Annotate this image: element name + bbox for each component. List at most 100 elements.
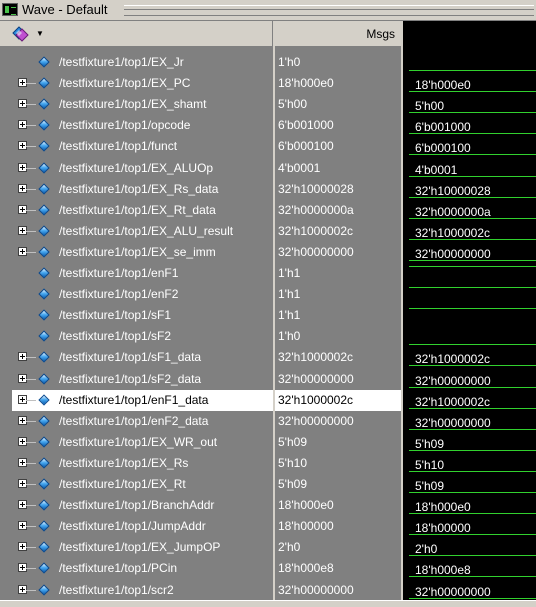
signal-row[interactable]: /testfixture1/top1/EX_shamt [12, 94, 273, 115]
signal-name: /testfixture1/top1/EX_ALUOp [59, 161, 214, 175]
waveform-row[interactable]: 18'h000e0 [403, 73, 536, 94]
waveform-bus-value: 18'h000e0 [415, 78, 471, 92]
signal-value-row[interactable]: 4'b0001 [275, 158, 401, 179]
waveform-row[interactable]: 32'h1000002c [403, 221, 536, 242]
window-titlebar[interactable]: Wave - Default [0, 0, 536, 21]
signal-row[interactable]: /testfixture1/top1/PCin [12, 558, 273, 579]
signal-value-row[interactable]: 5'h00 [275, 94, 401, 115]
signal-row[interactable]: /testfixture1/top1/EX_ALU_result [12, 221, 273, 242]
waveform-row[interactable]: 18'h000e0 [403, 495, 536, 516]
signal-row[interactable]: /testfixture1/top1/enF2 [12, 284, 273, 305]
signal-row[interactable]: /testfixture1/top1/EX_Rt [12, 474, 273, 495]
waveform-row[interactable]: 32'h00000000 [403, 580, 536, 601]
signal-row[interactable]: /testfixture1/top1/BranchAddr [12, 495, 273, 516]
signal-row[interactable]: /testfixture1/top1/funct [12, 136, 273, 157]
titlebar-grip[interactable] [124, 5, 534, 16]
signal-row[interactable]: /testfixture1/top1/EX_Rs [12, 453, 273, 474]
waveform-row[interactable]: 18'h00000 [403, 516, 536, 537]
waveform-row[interactable]: 32'h10000028 [403, 179, 536, 200]
signal-name: /testfixture1/top1/enF2_data [59, 414, 209, 428]
waveform-row[interactable]: 32'h00000000 [403, 411, 536, 432]
signal-row[interactable]: /testfixture1/top1/enF1_data [12, 390, 273, 411]
signal-name: /testfixture1/top1/sF2_data [59, 372, 202, 386]
signal-value-row[interactable]: 5'h09 [275, 474, 401, 495]
chevron-down-icon[interactable]: ▼ [36, 29, 44, 38]
signal-row[interactable]: /testfixture1/top1/EX_PC [12, 73, 273, 94]
signal-row[interactable]: /testfixture1/top1/sF1 [12, 305, 273, 326]
signal-row[interactable]: /testfixture1/top1/opcode [12, 115, 273, 136]
signal-value-row[interactable]: 32'h00000000 [275, 411, 401, 432]
signal-name: /testfixture1/top1/EX_PC [59, 76, 191, 90]
waveform-row[interactable]: 18'h000e8 [403, 558, 536, 579]
waveform-row[interactable]: 4'b0001 [403, 158, 536, 179]
signal-row[interactable]: /testfixture1/top1/EX_Rt_data [12, 200, 273, 221]
signal-value-row[interactable]: 32'h10000028 [275, 179, 401, 200]
signal-value-row[interactable]: 1'h0 [275, 326, 401, 347]
signal-name: /testfixture1/top1/JumpAddr [59, 519, 206, 533]
signal-value: 32'h1000002c [278, 350, 354, 364]
signal-value-row[interactable]: 1'h1 [275, 305, 401, 326]
waveform-row[interactable]: 6'b001000 [403, 115, 536, 136]
waveform-row[interactable]: 6'b000100 [403, 136, 536, 157]
waveform-row[interactable]: 32'h0000000a [403, 200, 536, 221]
waveform-row[interactable] [403, 305, 536, 326]
signal-name: /testfixture1/top1/enF1_data [59, 393, 209, 407]
waveform-row[interactable]: 5'h09 [403, 474, 536, 495]
waveform-row[interactable]: 32'h1000002c [403, 347, 536, 368]
signal-diamond-icon [38, 415, 50, 427]
waveform-row[interactable]: 32'h00000000 [403, 242, 536, 263]
signal-diamond-icon [38, 330, 50, 342]
waveform-bus-value: 32'h1000002c [415, 352, 491, 366]
tree-connector [26, 168, 36, 169]
signal-row[interactable]: /testfixture1/top1/scr2 [12, 580, 273, 600]
signal-value-row[interactable]: 32'h1000002c [275, 390, 401, 411]
signal-value-row[interactable]: 32'h00000000 [275, 369, 401, 390]
signal-row[interactable]: /testfixture1/top1/EX_ALUOp [12, 158, 273, 179]
signal-value-row[interactable]: 18'h00000 [275, 516, 401, 537]
signal-row[interactable]: /testfixture1/top1/sF1_data [12, 347, 273, 368]
waveform-row[interactable] [403, 52, 536, 73]
signal-value-row[interactable]: 5'h09 [275, 432, 401, 453]
signal-row[interactable]: /testfixture1/top1/EX_Rs_data [12, 179, 273, 200]
signal-value-row[interactable]: 5'h10 [275, 453, 401, 474]
signal-value-row[interactable]: 32'h00000000 [275, 580, 401, 600]
waveform-pane[interactable]: 18'h000e0 5'h00 6'b001000 6'b000100 4'b0001 3… [403, 47, 536, 602]
signal-row[interactable]: /testfixture1/top1/EX_WR_out [12, 432, 273, 453]
waveform-row[interactable]: 5'h10 [403, 453, 536, 474]
signal-row[interactable]: /testfixture1/top1/JumpAddr [12, 516, 273, 537]
signal-value-row[interactable]: 2'h0 [275, 537, 401, 558]
signal-row[interactable]: /testfixture1/top1/enF1 [12, 263, 273, 284]
waveform-row[interactable]: 2'h0 [403, 537, 536, 558]
signal-group-icon[interactable] [12, 26, 30, 42]
waveform-row[interactable] [403, 263, 536, 284]
signal-value-row[interactable]: 32'h0000000a [275, 200, 401, 221]
signal-value-row[interactable]: 1'h1 [275, 284, 401, 305]
signal-value-row[interactable]: 18'h000e0 [275, 495, 401, 516]
signal-value-row[interactable]: 18'h000e8 [275, 558, 401, 579]
waveform-row[interactable]: 5'h00 [403, 94, 536, 115]
signal-diamond-icon [38, 457, 50, 469]
signal-value-row[interactable]: 6'b000100 [275, 136, 401, 157]
signal-value-row[interactable]: 32'h00000000 [275, 242, 401, 263]
tree-connector [26, 83, 36, 84]
signal-value-row[interactable]: 6'b001000 [275, 115, 401, 136]
signal-row[interactable]: /testfixture1/top1/enF2_data [12, 411, 273, 432]
waveform-row[interactable] [403, 284, 536, 305]
signal-value-row[interactable]: 18'h000e0 [275, 73, 401, 94]
signal-name: /testfixture1/top1/scr2 [59, 583, 174, 597]
signal-row[interactable]: /testfixture1/top1/EX_Jr [12, 52, 273, 73]
waveform-row[interactable]: 32'h1000002c [403, 390, 536, 411]
signal-row[interactable]: /testfixture1/top1/sF2 [12, 326, 273, 347]
waveform-row[interactable]: 32'h00000000 [403, 369, 536, 390]
signal-value-row[interactable]: 1'h0 [275, 52, 401, 73]
waveform-row[interactable] [403, 326, 536, 347]
signal-row[interactable]: /testfixture1/top1/EX_JumpOP [12, 537, 273, 558]
signal-value-row[interactable]: 32'h1000002c [275, 347, 401, 368]
signal-row[interactable]: /testfixture1/top1/EX_se_imm [12, 242, 273, 263]
waveform-row[interactable]: 5'h09 [403, 432, 536, 453]
waveform-high-line [409, 266, 536, 267]
signal-row[interactable]: /testfixture1/top1/sF2_data [12, 369, 273, 390]
waveform-bus-value: 32'h00000000 [415, 247, 491, 261]
signal-value-row[interactable]: 1'h1 [275, 263, 401, 284]
signal-value-row[interactable]: 32'h1000002c [275, 221, 401, 242]
